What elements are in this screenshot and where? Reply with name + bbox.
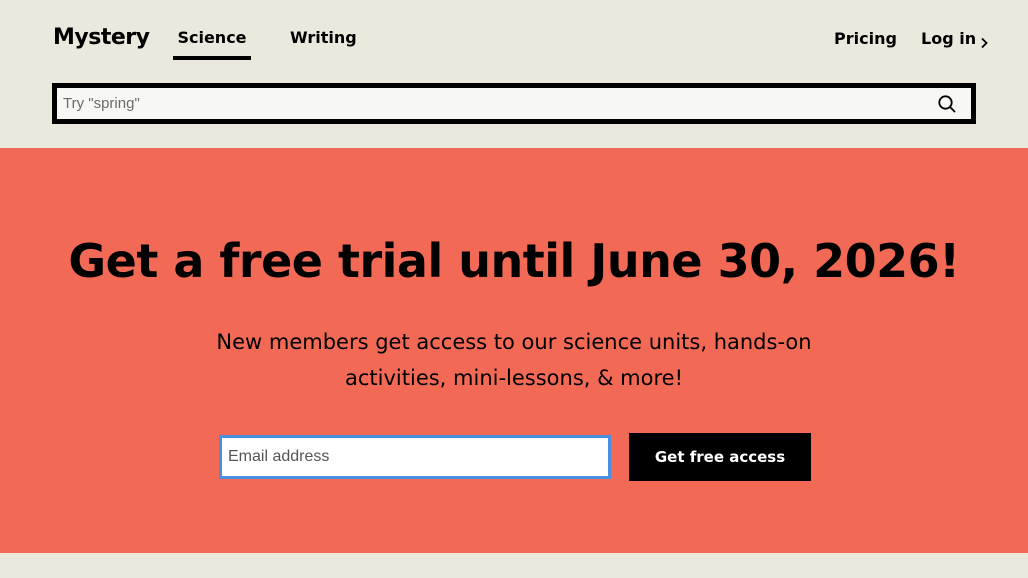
mystery-logo[interactable]: Mystery xyxy=(53,25,150,51)
login-link[interactable]: Log in xyxy=(921,28,989,50)
tab-science-label: Science xyxy=(177,28,247,47)
get-free-access-button[interactable]: Get free access xyxy=(629,433,811,481)
login-label: Log in xyxy=(921,29,977,48)
pricing-link[interactable]: Pricing xyxy=(834,28,897,50)
page-bottom-strip xyxy=(0,553,1028,578)
hero-banner: Get a free trial until June 30, 2026! Ne… xyxy=(0,148,1028,553)
tab-writing[interactable]: Writing xyxy=(290,27,357,49)
tab-writing-label: Writing xyxy=(290,28,357,47)
tab-science[interactable]: Science xyxy=(173,27,251,60)
search-bar xyxy=(52,83,976,124)
hero-title: Get a free trial until June 30, 2026! xyxy=(68,234,960,288)
search-icon[interactable] xyxy=(937,94,957,114)
hero-subtitle: New members get access to our science un… xyxy=(216,330,812,390)
active-tab-underline xyxy=(173,56,251,60)
site-header: Mystery Science Writing Pricing Log in xyxy=(0,0,1028,148)
chevron-right-icon xyxy=(979,33,989,49)
pricing-label: Pricing xyxy=(834,29,897,48)
email-field[interactable] xyxy=(219,435,611,479)
search-input[interactable] xyxy=(57,88,937,119)
